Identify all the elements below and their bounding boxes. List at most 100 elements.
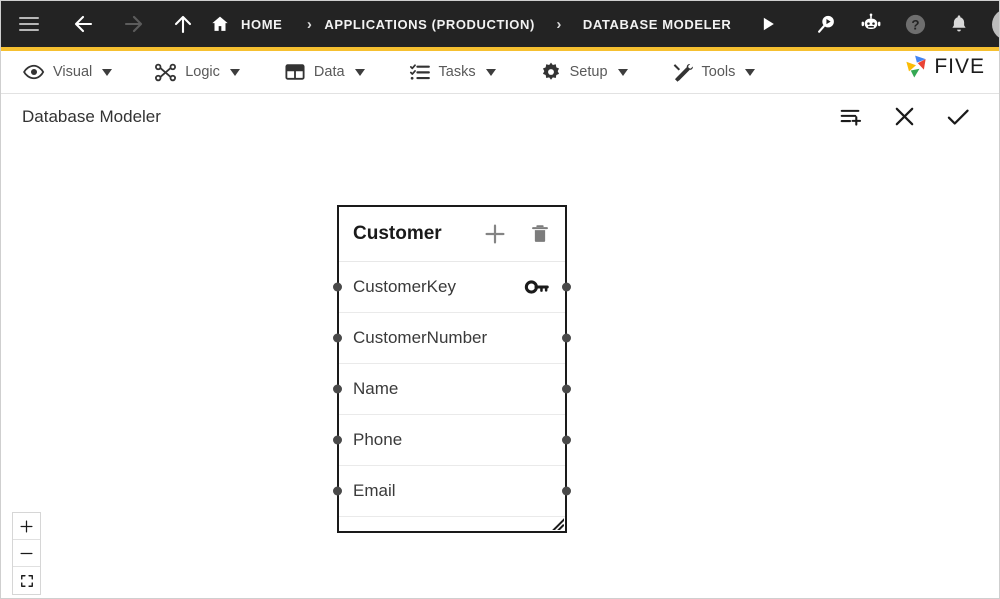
breadcrumb-label: DATABASE MODELER: [582, 16, 732, 32]
five-brand-logo: FIVE: [902, 53, 985, 81]
entity-field-row[interactable]: CustomerNumber: [333, 313, 571, 364]
breadcrumb-separator: ›: [556, 15, 562, 33]
close-x-icon: [892, 104, 917, 129]
field-port-right[interactable]: [562, 435, 571, 445]
menu-label: Data: [313, 64, 345, 80]
chatbot-button[interactable]: [849, 1, 893, 47]
hamburger-icon: [19, 17, 39, 31]
field-name: Name: [353, 379, 399, 398]
field-port-right[interactable]: [562, 384, 571, 394]
up-button[interactable]: [159, 1, 207, 47]
menu-label: Tasks: [438, 64, 476, 80]
fit-to-screen-button[interactable]: [13, 567, 40, 594]
zoom-out-button[interactable]: [13, 540, 40, 567]
avatar[interactable]: S: [981, 1, 999, 47]
plus-icon: [20, 520, 33, 532]
entity-field-row[interactable]: Phone: [333, 415, 571, 466]
delete-entity-button[interactable]: [529, 223, 551, 245]
field-name: Phone: [353, 430, 403, 449]
breadcrumb-item-database-modeler[interactable]: DATABASE MODELER: [583, 1, 732, 47]
page-title: Database Modeler: [22, 106, 161, 126]
menu-label: Visual: [53, 64, 93, 80]
arrow-up-icon: [171, 12, 195, 36]
field-name: CustomerNumber: [353, 328, 488, 347]
chevron-down-icon: [745, 68, 756, 76]
svg-text:?: ?: [911, 17, 919, 32]
zoom-in-button[interactable]: [13, 513, 40, 540]
main-menu-button[interactable]: [1, 1, 57, 47]
play-icon: [758, 14, 778, 34]
breadcrumb-item-home[interactable]: HOME: [233, 1, 294, 47]
field-port-left[interactable]: [333, 384, 342, 394]
check-icon: [945, 104, 971, 130]
resize-corner-icon[interactable]: [549, 515, 564, 530]
chevron-down-icon: [354, 68, 365, 76]
notifications-button[interactable]: [937, 1, 981, 47]
breadcrumb-label: APPLICATIONS (PRODUCTION): [324, 16, 535, 32]
five-wordmark: FIVE: [934, 55, 985, 78]
canvas-zoom-controls: [12, 512, 41, 595]
chevron-down-icon: [229, 68, 240, 76]
flow-nodes-icon: [154, 61, 177, 84]
breadcrumb-separator: ›: [306, 15, 312, 33]
entity-footer-spacer: [339, 517, 565, 529]
page-header: Database Modeler: [1, 95, 999, 138]
page-actions: [839, 95, 971, 138]
menu-setup[interactable]: Setup: [538, 51, 630, 94]
checklist-icon: [409, 61, 431, 83]
entity-table-customer[interactable]: Customer CustomerKey CustomerNumber Name…: [333, 205, 571, 533]
field-port-right[interactable]: [562, 486, 571, 496]
chevron-down-icon: [617, 68, 628, 76]
question-circle-icon: ?: [904, 13, 927, 36]
field-port-left[interactable]: [333, 282, 342, 292]
menu-visual[interactable]: Visual: [21, 51, 114, 94]
field-port-right[interactable]: [562, 333, 571, 343]
table-grid-icon: [284, 61, 306, 83]
entity-field-row[interactable]: Email: [333, 466, 571, 517]
minus-icon: [20, 552, 33, 554]
menu-logic[interactable]: Logic: [152, 51, 242, 94]
application-menu-bar: Visual Logic Data Tasks Setup Tools: [1, 51, 999, 94]
eye-icon: [23, 61, 45, 83]
expand-corners-icon: [20, 574, 33, 587]
list-add-icon: [839, 104, 864, 129]
help-button[interactable]: ?: [893, 1, 937, 47]
cancel-button[interactable]: [892, 104, 917, 129]
entity-field-row[interactable]: CustomerKey: [333, 262, 571, 313]
forward-button[interactable]: [109, 1, 159, 47]
menu-label: Setup: [569, 64, 608, 80]
field-port-left[interactable]: [333, 486, 342, 496]
field-port-left[interactable]: [333, 435, 342, 445]
menu-data[interactable]: Data: [282, 51, 367, 94]
menu-label: Logic: [185, 64, 220, 80]
entity-header[interactable]: Customer: [339, 207, 565, 262]
chevron-down-icon: [485, 68, 496, 76]
avatar-initial: S: [991, 8, 999, 40]
entity-header-actions: [483, 222, 551, 246]
menu-tools[interactable]: Tools: [670, 51, 758, 94]
robot-icon: [859, 12, 883, 36]
plus-icon: [483, 222, 507, 246]
run-button[interactable]: [731, 1, 805, 47]
arrow-left-icon: [71, 12, 95, 36]
add-field-button[interactable]: [483, 222, 507, 246]
add-record-button[interactable]: [839, 104, 864, 129]
breadcrumb-label: HOME: [241, 16, 283, 32]
trash-icon: [529, 223, 551, 245]
field-name: CustomerKey: [353, 277, 456, 296]
search-run-button[interactable]: [805, 1, 849, 47]
primary-key-icon: [524, 277, 551, 297]
entity-field-row[interactable]: Name: [333, 364, 571, 415]
confirm-button[interactable]: [945, 104, 971, 130]
wrench-screwdriver-icon: [672, 61, 694, 83]
field-port-left[interactable]: [333, 333, 342, 343]
home-icon[interactable]: [207, 1, 233, 47]
menu-tasks[interactable]: Tasks: [407, 51, 498, 94]
breadcrumb-item-applications[interactable]: APPLICATIONS (PRODUCTION): [324, 1, 534, 47]
menu-label: Tools: [701, 64, 736, 80]
field-port-right[interactable]: [562, 282, 571, 292]
field-name: Email: [353, 481, 396, 500]
diagram-canvas[interactable]: Customer CustomerKey CustomerNumber Name…: [1, 138, 999, 598]
back-button[interactable]: [57, 1, 109, 47]
app-window: HOME › APPLICATIONS (PRODUCTION) › DATAB…: [0, 0, 1000, 599]
